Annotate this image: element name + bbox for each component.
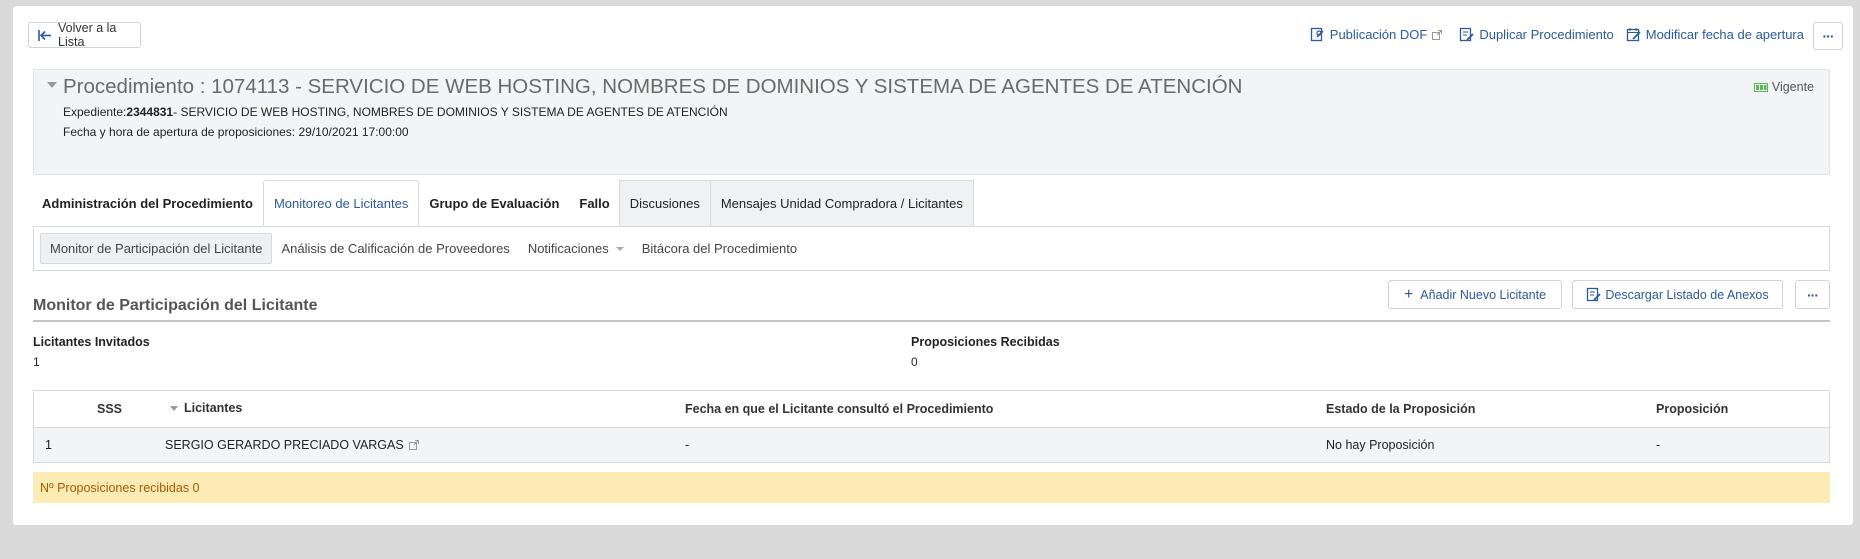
section-more-button[interactable]: ··· <box>1795 280 1830 309</box>
add-bidder-button[interactable]: + Añadir Nuevo Licitante <box>1388 280 1562 309</box>
modify-date-label: Modificar fecha de apertura <box>1645 27 1804 42</box>
table-row: 1 SERGIO GERARDO PRECIADO VARGAS - No ha… <box>34 428 1829 462</box>
invited-label: Licitantes Invitados <box>33 335 150 349</box>
publication-icon <box>1310 27 1330 42</box>
section-more-icon: ··· <box>1807 286 1819 303</box>
plus-icon: + <box>1403 285 1414 303</box>
received-value: 0 <box>911 355 918 369</box>
row-licitante[interactable]: SERGIO GERARDO PRECIADO VARGAS <box>165 438 419 452</box>
tab-mensajes[interactable]: Mensajes Unidad Compradora / Licitantes <box>710 180 974 226</box>
licitante-name: SERGIO GERARDO PRECIADO VARGAS <box>165 438 404 452</box>
column-estado-proposicion[interactable]: Estado de la Proposición <box>1326 402 1475 416</box>
bidders-table: SSS Licitantes Fecha en que el Licitante… <box>33 390 1830 463</box>
row-estado: No hay Proposición <box>1326 438 1435 452</box>
subnav-bitacora[interactable]: Bitácora del Procedimiento <box>633 233 806 264</box>
more-options-button[interactable]: ··· <box>1813 22 1843 50</box>
main-card: Volver a la Lista Publicación DOF Duplic… <box>13 6 1853 525</box>
expediente-line: Expediente:2344831- SERVICIO DE WEB HOST… <box>63 105 728 119</box>
notificaciones-label: Notificaciones <box>527 241 609 256</box>
row-proposicion: - <box>1656 438 1661 452</box>
row-fecha-consulta: - <box>685 438 690 452</box>
calendar-edit-icon <box>1626 27 1646 42</box>
external-link-icon <box>408 440 419 450</box>
duplicate-procedure-link[interactable]: Duplicar Procedimiento <box>1459 27 1614 42</box>
expediente-number: 2344831 <box>126 105 174 119</box>
tab-fallo[interactable]: Fallo <box>569 180 618 226</box>
duplicate-label: Duplicar Procedimiento <box>1479 27 1614 42</box>
section-title: Monitor de Participación del Licitante <box>33 297 318 314</box>
document-download-icon <box>1586 287 1601 302</box>
sub-navigation: Monitor de Participación del Licitante A… <box>33 226 1830 271</box>
procedure-title: Procedimiento : 1074113 - SERVICIO DE WE… <box>63 75 1243 98</box>
tab-monitoreo-licitantes[interactable]: Monitoreo de Licitantes <box>262 180 420 226</box>
more-icon: ··· <box>1822 28 1835 44</box>
column-licitantes[interactable]: Licitantes <box>170 401 242 415</box>
status-badge: Vigente <box>1753 80 1814 94</box>
tab-discusiones[interactable]: Discusiones <box>618 180 711 226</box>
procedure-tabs: Administración del Procedimiento Monitor… <box>33 180 974 226</box>
status-label: Vigente <box>1771 80 1814 94</box>
add-bidder-label: Añadir Nuevo Licitante <box>1420 287 1547 302</box>
expediente-description: - SERVICIO DE WEB HOSTING, NOMBRES DE DO… <box>173 105 728 119</box>
modify-opening-date-link[interactable]: Modificar fecha de apertura <box>1626 27 1804 42</box>
duplicate-icon <box>1459 27 1479 42</box>
opening-date: Fecha y hora de apertura de proposicione… <box>63 125 409 139</box>
section-divider <box>33 320 1830 322</box>
sort-desc-icon <box>170 405 178 411</box>
back-arrow-icon <box>38 29 51 41</box>
subnav-notificaciones[interactable]: Notificaciones <box>519 233 633 264</box>
download-annexes-button[interactable]: Descargar Listado de Anexos <box>1572 280 1783 309</box>
subnav-analisis-calificacion[interactable]: Análisis de Calificación de Proveedores <box>272 233 518 264</box>
table-header: SSS Licitantes Fecha en que el Licitante… <box>34 391 1829 428</box>
download-annexes-label: Descargar Listado de Anexos <box>1605 287 1769 302</box>
top-actions: Publicación DOF Duplicar Procedimiento M… <box>1310 27 1804 42</box>
received-label: Proposiciones Recibidas <box>911 335 1060 349</box>
back-to-list-button[interactable]: Volver a la Lista <box>28 21 141 49</box>
external-link-icon <box>1432 29 1447 40</box>
tab-grupo-evaluacion[interactable]: Grupo de Evaluación <box>419 180 569 226</box>
subnav-monitor-participacion[interactable]: Monitor de Participación del Licitante <box>40 233 273 264</box>
dropdown-caret-icon <box>615 246 624 251</box>
expediente-label: Expediente: <box>63 105 127 119</box>
dof-publication-link[interactable]: Publicación DOF <box>1310 27 1448 42</box>
dof-label: Publicación DOF <box>1329 27 1428 42</box>
row-sss: 1 <box>45 438 52 452</box>
licitantes-header-label: Licitantes <box>184 401 243 415</box>
proposals-received-alert: Nº Proposiciones recibidas 0 <box>33 472 1830 503</box>
invited-value: 1 <box>33 355 40 369</box>
battery-status-icon <box>1753 82 1769 92</box>
tab-administracion[interactable]: Administración del Procedimiento <box>33 180 263 226</box>
procedure-header: Procedimiento : 1074113 - SERVICIO DE WE… <box>33 69 1830 175</box>
collapse-caret-icon[interactable] <box>47 82 57 88</box>
column-sss[interactable]: SSS <box>97 402 122 416</box>
column-fecha-consulta[interactable]: Fecha en que el Licitante consultó el Pr… <box>685 402 993 416</box>
back-button-label: Volver a la Lista <box>58 21 117 49</box>
column-proposicion[interactable]: Proposición <box>1656 402 1728 416</box>
